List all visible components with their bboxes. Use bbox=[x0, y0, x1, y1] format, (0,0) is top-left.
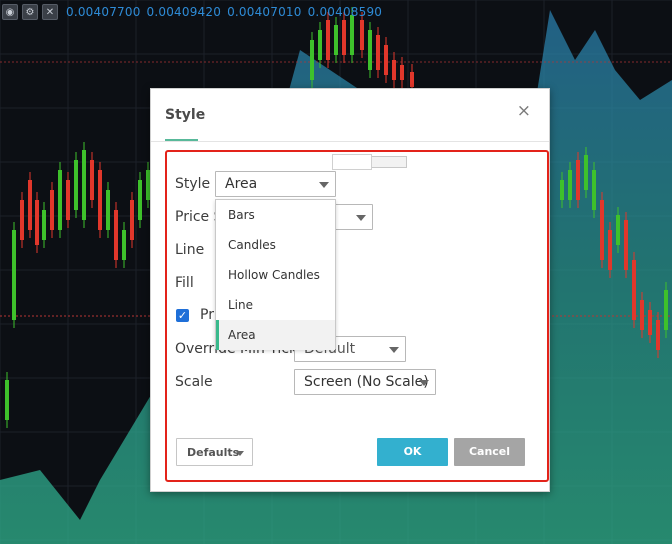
chevron-down-icon bbox=[236, 451, 244, 456]
ohlc-low: 0.00407010 bbox=[227, 5, 302, 19]
chevron-down-icon bbox=[389, 347, 399, 353]
gear-icon[interactable]: ⚙ bbox=[22, 4, 38, 20]
ohlc-high: 0.00409420 bbox=[146, 5, 222, 19]
eye-icon[interactable]: ◉ bbox=[2, 4, 18, 20]
ok-button[interactable]: OK bbox=[377, 438, 448, 466]
chevron-down-icon bbox=[419, 380, 429, 386]
ohlc-values: 0.00407700 0.00409420 0.00407010 0.00408590 bbox=[66, 5, 388, 19]
close-icon[interactable]: ✕ bbox=[42, 4, 58, 20]
chevron-down-icon bbox=[319, 182, 329, 188]
line-label: Line bbox=[175, 242, 205, 258]
fill-label: Fill bbox=[175, 275, 194, 291]
style-label: Style bbox=[175, 176, 211, 192]
dropdown-option-candles[interactable]: Candles bbox=[216, 230, 335, 260]
ohlc-legend: ◉ ⚙ ✕ 0.00407700 0.00409420 0.00407010 0.00… bbox=[0, 0, 388, 24]
dropdown-option-bars[interactable]: Bars bbox=[216, 200, 335, 230]
close-dialog-button[interactable]: × bbox=[517, 103, 531, 120]
style-dropdown-list: Bars Candles Hollow Candles Line Area bbox=[215, 199, 336, 350]
dropdown-option-line[interactable]: Line bbox=[216, 290, 335, 320]
dialog-divider bbox=[151, 141, 549, 142]
scale-select-value: Screen (No Scale) bbox=[304, 374, 429, 390]
style-select[interactable]: Area bbox=[215, 171, 336, 197]
style-dialog: Style × bbox=[150, 88, 550, 492]
defaults-button[interactable]: Defaults bbox=[176, 438, 253, 466]
cancel-button[interactable]: Cancel bbox=[454, 438, 525, 466]
dropdown-option-hollow-candles[interactable]: Hollow Candles bbox=[216, 260, 335, 290]
dialog-title: Style bbox=[165, 107, 206, 123]
scale-label: Scale bbox=[175, 374, 213, 390]
price-line-checkbox[interactable]: ✓ bbox=[176, 309, 189, 322]
ohlc-open: 0.00407700 bbox=[66, 5, 141, 19]
ohlc-close: 0.00408590 bbox=[307, 5, 383, 19]
price-line-label: Pr bbox=[200, 307, 214, 323]
price-source-select[interactable] bbox=[334, 204, 373, 230]
slider-thumb[interactable] bbox=[332, 154, 372, 170]
chevron-down-icon bbox=[356, 215, 366, 221]
scale-select[interactable]: Screen (No Scale) bbox=[294, 369, 436, 395]
defaults-button-label: Defaults bbox=[187, 446, 240, 459]
dropdown-option-area[interactable]: Area bbox=[216, 320, 335, 350]
style-select-value: Area bbox=[225, 176, 258, 192]
